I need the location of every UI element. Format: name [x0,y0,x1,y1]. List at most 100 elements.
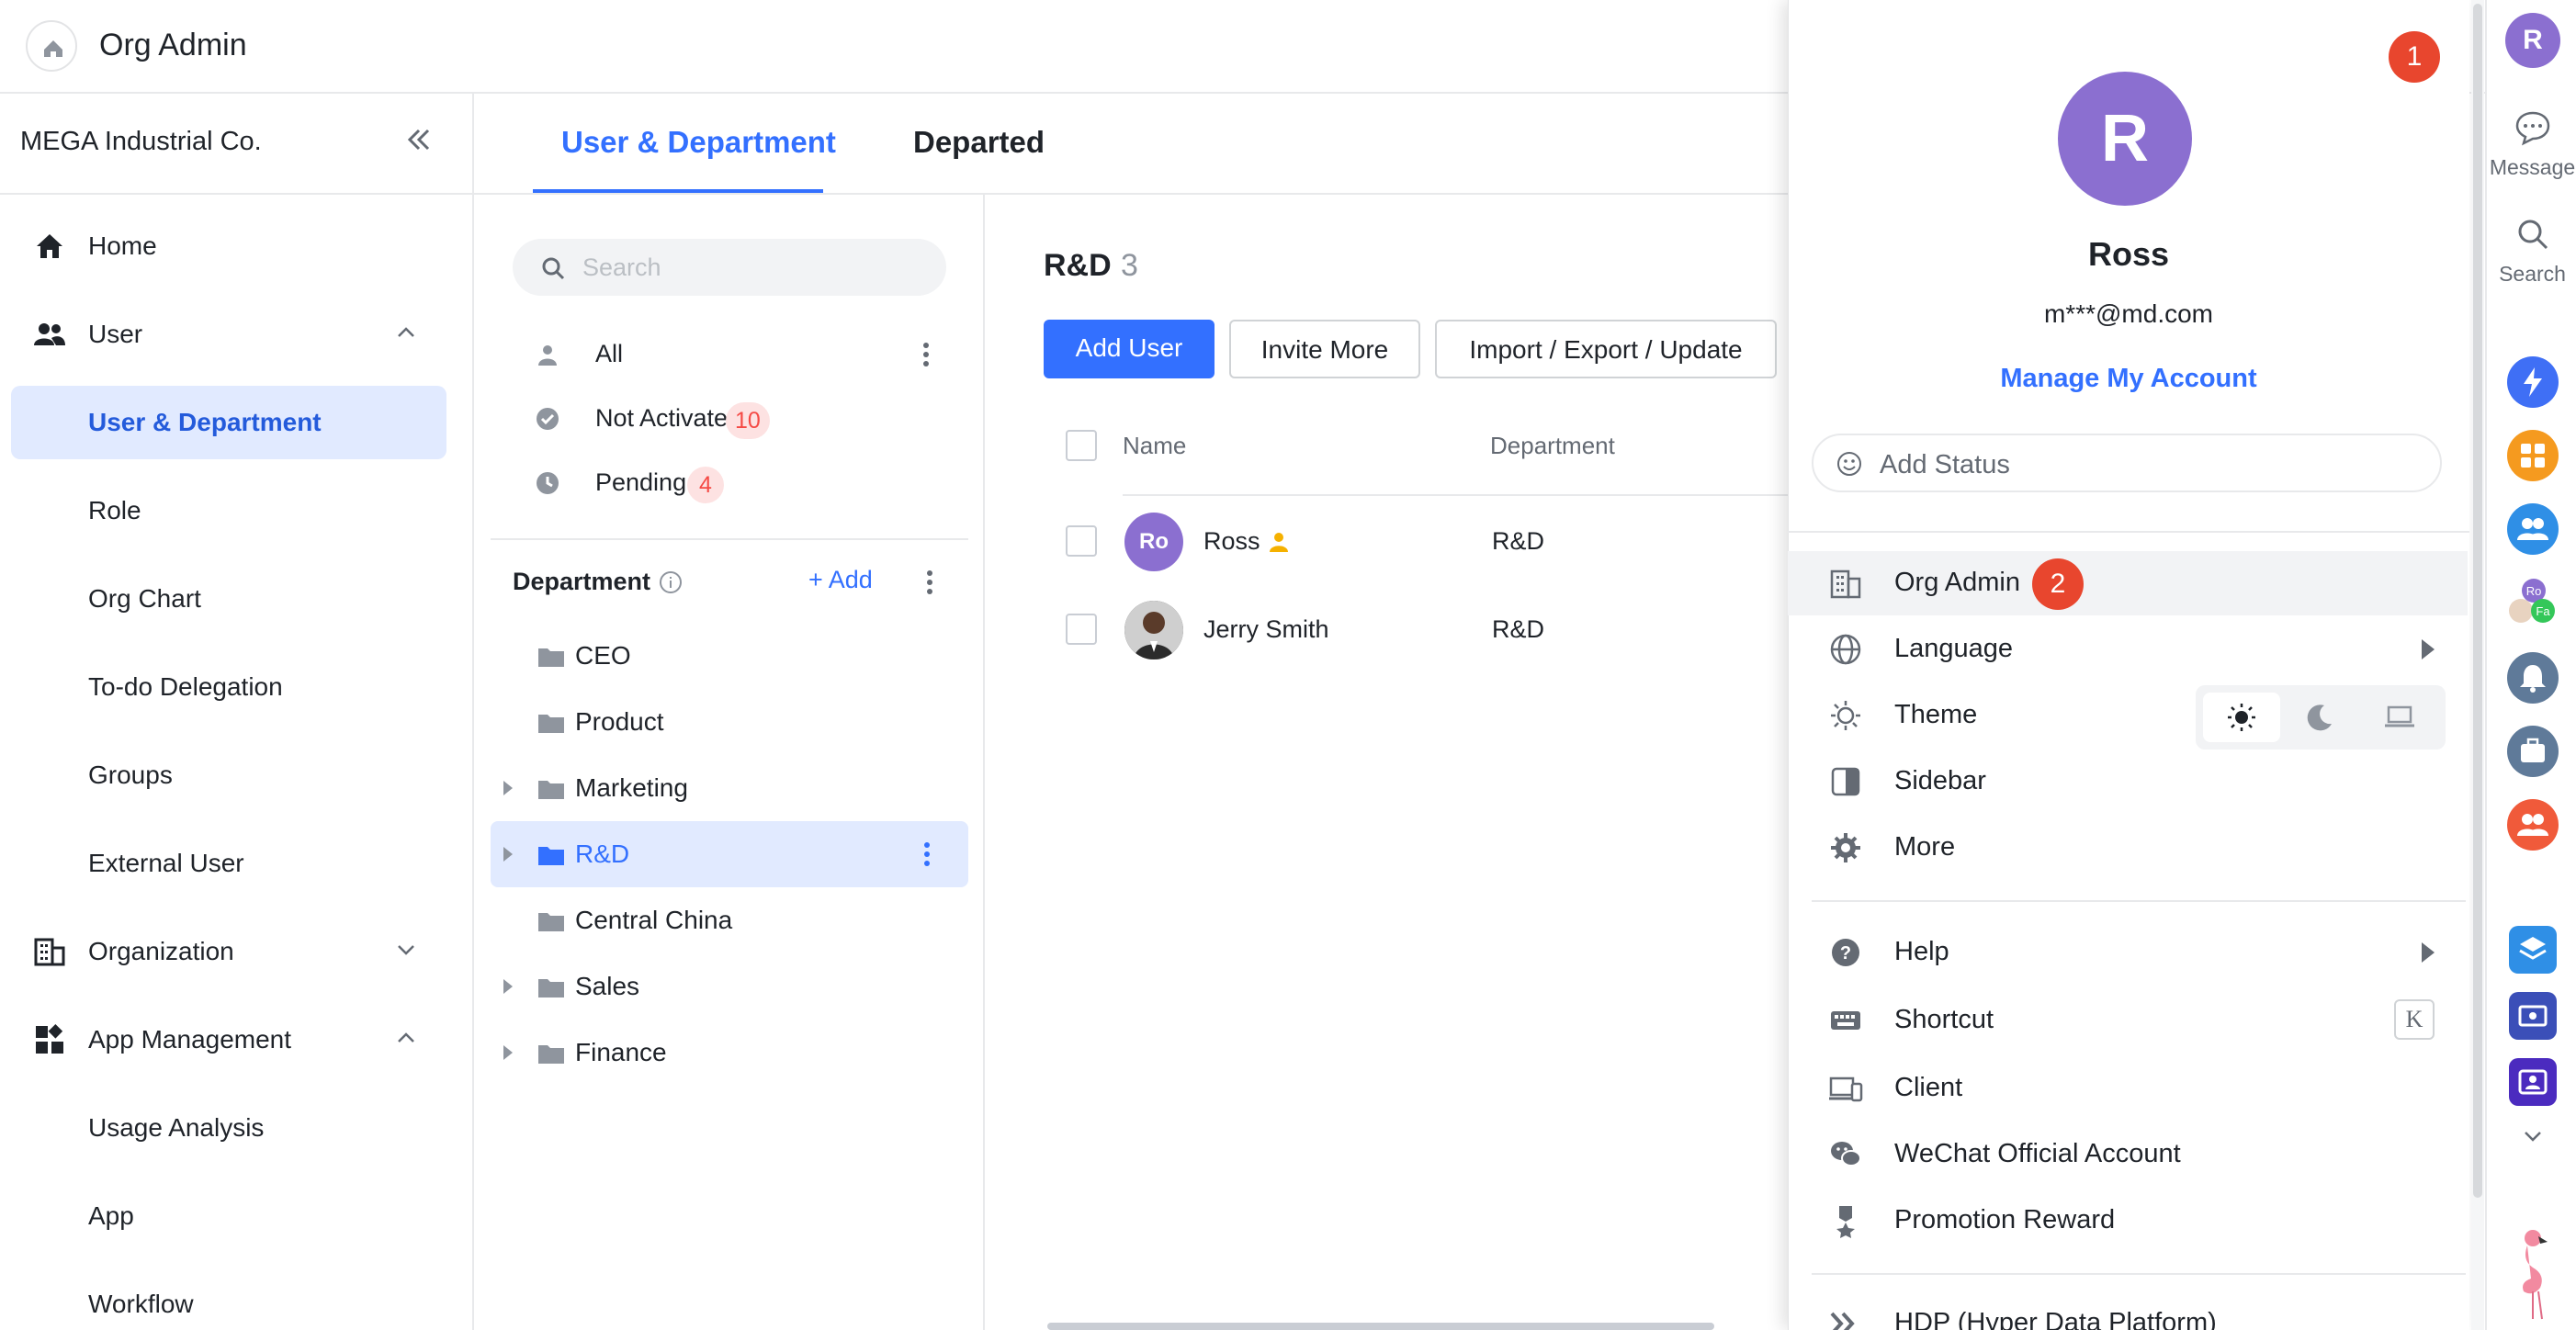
sidebar-item-user[interactable]: User [11,298,446,371]
rail-app-payments[interactable] [2509,992,2557,1040]
expand-caret-icon[interactable] [503,1045,513,1060]
row-checkbox[interactable] [1066,614,1097,645]
department-item-rnd[interactable]: R&D [491,821,968,887]
department-item-sales[interactable]: Sales [491,953,968,1020]
more-vertical-icon[interactable] [921,338,932,371]
import-export-update-button[interactable]: Import / Export / Update [1435,320,1777,378]
menu-label: Sidebar [1894,766,1986,795]
horizontal-scrollbar[interactable] [1047,1323,1714,1330]
theme-light-option[interactable] [2203,693,2280,742]
sidebar-item-organization[interactable]: Organization [11,915,446,988]
rail-app-workplace[interactable] [2507,430,2559,481]
rail-app-notifications[interactable] [2507,652,2559,704]
sidebar-item-label: Home [88,231,157,260]
tab-departed[interactable]: Departed [913,125,1045,160]
sidebar-item-label: User & Department [88,408,322,436]
menu-item-promotion-reward[interactable]: Promotion Reward [1788,1189,2468,1253]
user-name[interactable]: Ross [1203,527,1260,556]
search-input[interactable]: Search [513,239,946,296]
gear-icon [1831,833,1860,862]
keyboard-icon [1831,1011,1860,1030]
expand-caret-icon[interactable] [503,781,513,795]
sidebar-item-groups[interactable]: Groups [11,738,446,812]
mini-avatar: Fa [2531,599,2555,623]
profile-email: m***@md.com [2043,299,2213,328]
menu-label: Help [1894,937,1949,966]
menu-item-wechat[interactable]: WeChat Official Account [1788,1122,2468,1187]
add-user-button[interactable]: Add User [1044,320,1215,378]
rail-search[interactable]: Search [2487,215,2576,287]
department-item-finance[interactable]: Finance [491,1020,968,1086]
sidebar-item-user-and-department[interactable]: User & Department [11,386,446,459]
department-item-product[interactable]: Product [491,689,968,755]
collapse-sidebar-button[interactable] [401,121,437,158]
theme-system-option[interactable] [2361,693,2438,742]
devices-icon [1829,1076,1863,1102]
status-input[interactable]: Add Status [1812,434,2442,492]
user-icon [538,345,557,366]
menu-item-help[interactable]: ? Help [1788,920,2468,985]
right-rail: R Message Search Ro Fa [2485,0,2576,1330]
menu-item-sidebar[interactable]: Sidebar [1788,750,2468,814]
theme-dark-option[interactable] [2282,693,2359,742]
more-vertical-icon[interactable] [922,838,932,871]
folder-icon [538,1045,564,1064]
sidebar-item-label: User [88,320,143,348]
sidebar-item-external-user[interactable]: External User [11,827,446,900]
department-item-ceo[interactable]: CEO [491,623,968,689]
dropdown-scrollbar-thumb[interactable] [2473,4,2482,1198]
menu-label: HDP (Hyper Data Platform) [1894,1308,2217,1330]
sidebar-item-todo-delegation[interactable]: To-do Delegation [11,650,446,724]
sidebar-item-app[interactable]: App [11,1179,446,1253]
rail-app-ai[interactable] [2507,356,2559,408]
person-photo-icon [1124,601,1183,659]
avatar [1124,601,1183,659]
rail-message[interactable]: Message [2487,108,2576,180]
rail-app-docs[interactable] [2509,926,2557,974]
row-checkbox[interactable] [1066,525,1097,557]
rail-app-id-card[interactable] [2509,1058,2557,1106]
column-header-department[interactable]: Department [1490,432,1615,460]
sidebar-item-usage-analysis[interactable]: Usage Analysis [11,1091,446,1165]
rail-group-chat[interactable]: Ro Fa [2509,579,2557,626]
add-department-button[interactable]: + Add [808,566,873,594]
column-header-name[interactable]: Name [1123,432,1186,460]
select-all-checkbox[interactable] [1066,430,1097,461]
smile-icon [1837,452,1861,476]
rail-app-briefcase[interactable] [2507,726,2559,777]
menu-item-language[interactable]: Language [1788,617,2468,682]
menu-item-hdp[interactable]: HDP (Hyper Data Platform) [1788,1291,2468,1330]
manage-account-link[interactable]: Manage My Account [1788,364,2469,394]
id-card-icon [2518,1069,2548,1095]
department-item-central-china[interactable]: Central China [491,887,968,953]
menu-item-more[interactable]: More [1788,816,2468,880]
rail-app-contacts[interactable] [2507,503,2559,555]
account-avatar[interactable]: R [2505,13,2560,68]
sidebar-item-role[interactable]: Role [11,474,446,547]
chevron-up-icon [398,1032,414,1043]
rail-expand[interactable] [2487,1122,2576,1155]
user-name[interactable]: Jerry Smith [1203,615,1329,644]
home-button[interactable] [26,20,77,72]
flamingo-mascot [2511,1227,2557,1323]
menu-label: Language [1894,634,2014,663]
more-vertical-icon[interactable] [924,566,935,599]
sidebar-item-workflow[interactable]: Workflow [11,1268,446,1330]
clock-icon [537,472,559,494]
department-item-marketing[interactable]: Marketing [491,755,968,821]
menu-item-client[interactable]: Client [1788,1056,2468,1121]
invite-more-button[interactable]: Invite More [1229,320,1420,378]
filter-label: Not Activated [595,404,742,432]
rail-app-team[interactable] [2507,799,2559,851]
menu-item-org-admin[interactable]: Org Admin [1788,551,2468,615]
sidebar-item-home[interactable]: Home [11,209,446,283]
info-icon[interactable] [658,569,684,595]
users-icon [34,323,65,345]
tab-user-and-department[interactable]: User & Department [561,125,836,160]
sidebar-item-org-chart[interactable]: Org Chart [11,562,446,636]
menu-item-shortcut[interactable]: Shortcut K [1788,988,2468,1053]
expand-caret-icon[interactable] [503,847,513,862]
app-grid-icon [36,1024,63,1054]
expand-caret-icon[interactable] [503,979,513,994]
sidebar-item-app-management[interactable]: App Management [11,1003,446,1076]
